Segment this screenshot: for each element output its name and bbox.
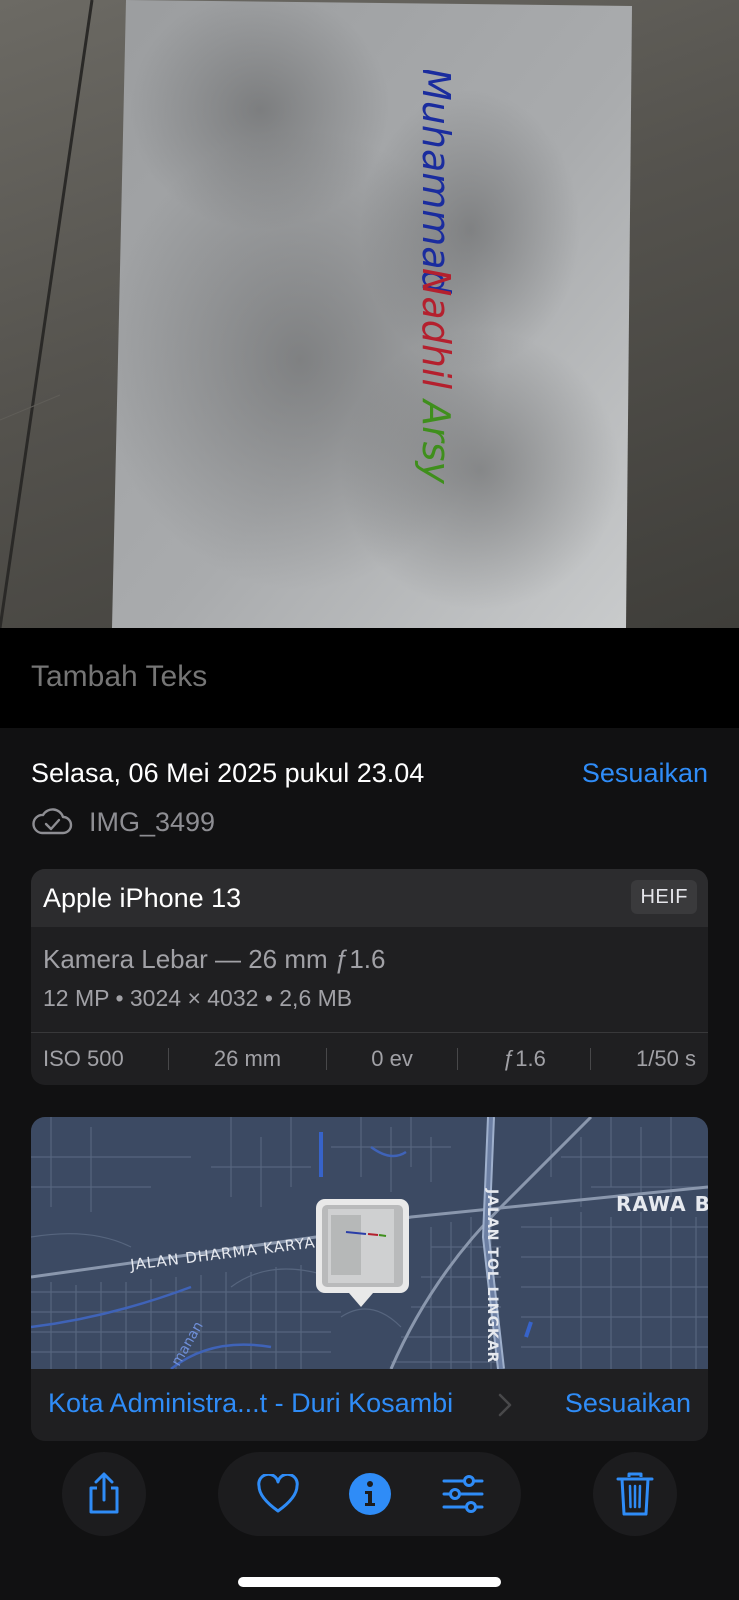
- format-badge: HEIF: [631, 880, 697, 914]
- share-icon: [89, 1472, 119, 1514]
- device-name: Apple iPhone 13: [43, 883, 242, 913]
- info-button[interactable]: [328, 1452, 412, 1536]
- image-specs: 12 MP • 3024 × 4032 • 2,6 MB: [43, 985, 353, 1011]
- exif-row: ISO 500 26 mm 0 ev ƒ1.6 1/50 s: [31, 1033, 708, 1085]
- heart-icon: [257, 1474, 299, 1513]
- share-button[interactable]: [62, 1452, 146, 1536]
- caption-input[interactable]: [31, 660, 417, 694]
- edit-button[interactable]: [421, 1452, 505, 1536]
- filename-row: IMG_3499: [31, 805, 215, 839]
- handwritten-name: Muhammad Nadhil Arsy: [414, 70, 458, 484]
- divider: [457, 1048, 459, 1070]
- icloud-synced-icon: [32, 808, 73, 835]
- favorite-button[interactable]: [236, 1452, 320, 1536]
- location-card: JALAN DHARMA KARYA JALAN TOL LINGKAR RAW…: [31, 1117, 708, 1441]
- location-map[interactable]: JALAN DHARMA KARYA JALAN TOL LINGKAR RAW…: [31, 1117, 708, 1369]
- photo-viewer[interactable]: Muhammad Nadhil Arsy: [0, 0, 739, 628]
- lens-info: Kamera Lebar — 26 mm ƒ1.6: [43, 944, 386, 974]
- trash-icon: [616, 1472, 654, 1516]
- capture-date: Selasa, 06 Mei 2025 pukul 23.04: [31, 758, 425, 788]
- photo-location-pin[interactable]: [316, 1199, 409, 1307]
- adjust-location-button[interactable]: Sesuaikan: [565, 1388, 691, 1419]
- divider: [325, 1048, 327, 1070]
- exif-aperture: ƒ1.6: [503, 1046, 546, 1071]
- info-icon: [349, 1473, 391, 1515]
- exif-iso: ISO 500: [43, 1046, 124, 1071]
- adjust-date-button[interactable]: Sesuaikan: [582, 758, 708, 789]
- exif-exposure-value: 0 ev: [371, 1046, 413, 1071]
- adjust-sliders-icon: [442, 1475, 484, 1513]
- name-word-1: Muhammad: [414, 70, 458, 295]
- location-row[interactable]: Kota Administra...t - Duri Kosambi Sesua…: [31, 1369, 708, 1441]
- filename: IMG_3499: [89, 806, 216, 837]
- location-name[interactable]: Kota Administra...t - Duri Kosambi: [48, 1388, 453, 1419]
- photo-actions-group: [218, 1452, 521, 1536]
- camera-card-header: Apple iPhone 13 HEIF: [31, 869, 708, 927]
- camera-info-card: Apple iPhone 13 HEIF Kamera Lebar — 26 m…: [31, 869, 708, 1085]
- exif-shutter-speed: 1/50 s: [636, 1046, 696, 1071]
- chevron-right-icon: [498, 1393, 512, 1417]
- divider: [168, 1048, 170, 1070]
- name-word-3: Arsy: [414, 397, 458, 484]
- delete-button[interactable]: [593, 1452, 677, 1536]
- map-label-toll: JALAN TOL LINGKAR: [484, 1188, 500, 1363]
- home-indicator[interactable]: [238, 1577, 501, 1587]
- divider: [590, 1048, 592, 1070]
- paper-sheet: [100, 0, 632, 628]
- name-word-2: Nadhil: [414, 268, 458, 389]
- map-label-area: RAWA BU: [616, 1192, 708, 1216]
- exif-focal-length: 26 mm: [213, 1046, 282, 1071]
